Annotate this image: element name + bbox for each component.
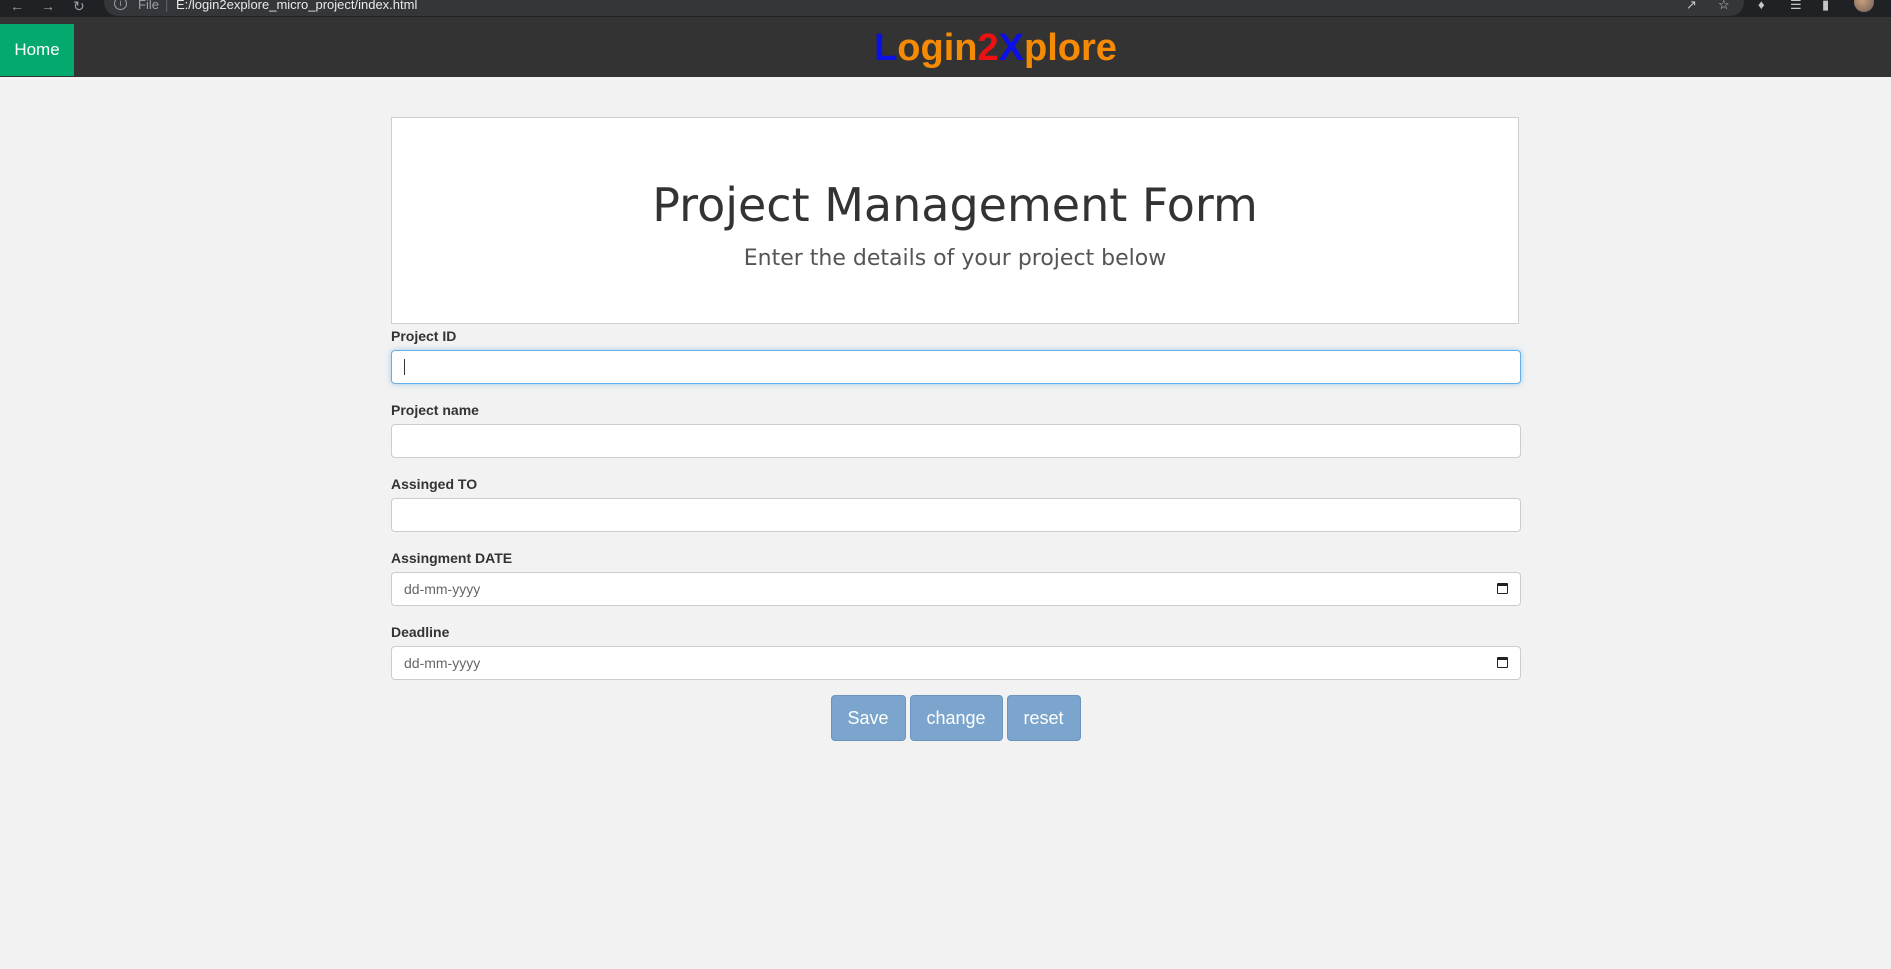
project-id-label: Project ID <box>391 328 457 344</box>
arrow-right-icon[interactable]: → <box>41 0 55 14</box>
logo-part: 2 <box>977 27 999 69</box>
calendar-icon[interactable] <box>1497 583 1508 594</box>
project-name-input[interactable] <box>391 424 1521 458</box>
extensions-icon[interactable]: ♦ <box>1758 0 1765 12</box>
browser-toolbar: ← → ↻ i File | E:/login2explore_micro_pr… <box>0 0 1891 17</box>
save-button[interactable]: Save <box>830 695 906 741</box>
profile-avatar[interactable] <box>1854 0 1874 12</box>
logo-part: X <box>998 27 1024 69</box>
url-scheme-label: File <box>138 0 159 12</box>
assigned-to-input[interactable] <box>391 498 1521 532</box>
date-placeholder: dd-mm-yyyy <box>404 655 481 671</box>
url-separator: | <box>165 0 169 12</box>
url-text[interactable]: E:/login2explore_micro_project/index.htm… <box>176 0 417 12</box>
project-name-label: Project name <box>391 402 479 418</box>
media-icon[interactable]: ☰ <box>1790 0 1802 13</box>
page-title: Project Management Form <box>652 178 1258 232</box>
logo-part: plore <box>1024 27 1117 69</box>
deadline-label: Deadline <box>391 624 450 640</box>
page-subtitle: Enter the details of your project below <box>743 246 1167 271</box>
date-placeholder: dd-mm-yyyy <box>404 581 481 597</box>
star-icon[interactable]: ☆ <box>1718 0 1730 13</box>
top-navbar: Home Login2Xplore <box>0 17 1891 77</box>
assigned-to-label: Assinged TO <box>391 476 478 492</box>
logo-part: L <box>874 27 898 69</box>
arrow-left-icon[interactable]: ← <box>10 0 24 14</box>
reload-icon[interactable]: ↻ <box>73 0 85 15</box>
reset-button[interactable]: reset <box>1006 695 1081 741</box>
logo-part: ogin <box>897 27 978 69</box>
text-caret <box>404 359 405 375</box>
calendar-icon[interactable] <box>1497 657 1508 668</box>
deadline-input[interactable]: dd-mm-yyyy <box>391 646 1521 680</box>
share-icon[interactable]: ↗ <box>1686 0 1697 13</box>
assignment-date-label: Assingment DATE <box>391 550 513 566</box>
side-panel-icon[interactable]: ▮ <box>1822 0 1829 13</box>
change-button[interactable]: change <box>909 695 1003 741</box>
assignment-date-input[interactable]: dd-mm-yyyy <box>391 572 1521 606</box>
jumbotron: Project Management Form Enter the detail… <box>391 117 1519 324</box>
logo: Login2Xplore <box>0 27 1891 70</box>
project-id-input[interactable] <box>391 350 1521 384</box>
form-actions: Save change reset <box>0 695 1891 741</box>
